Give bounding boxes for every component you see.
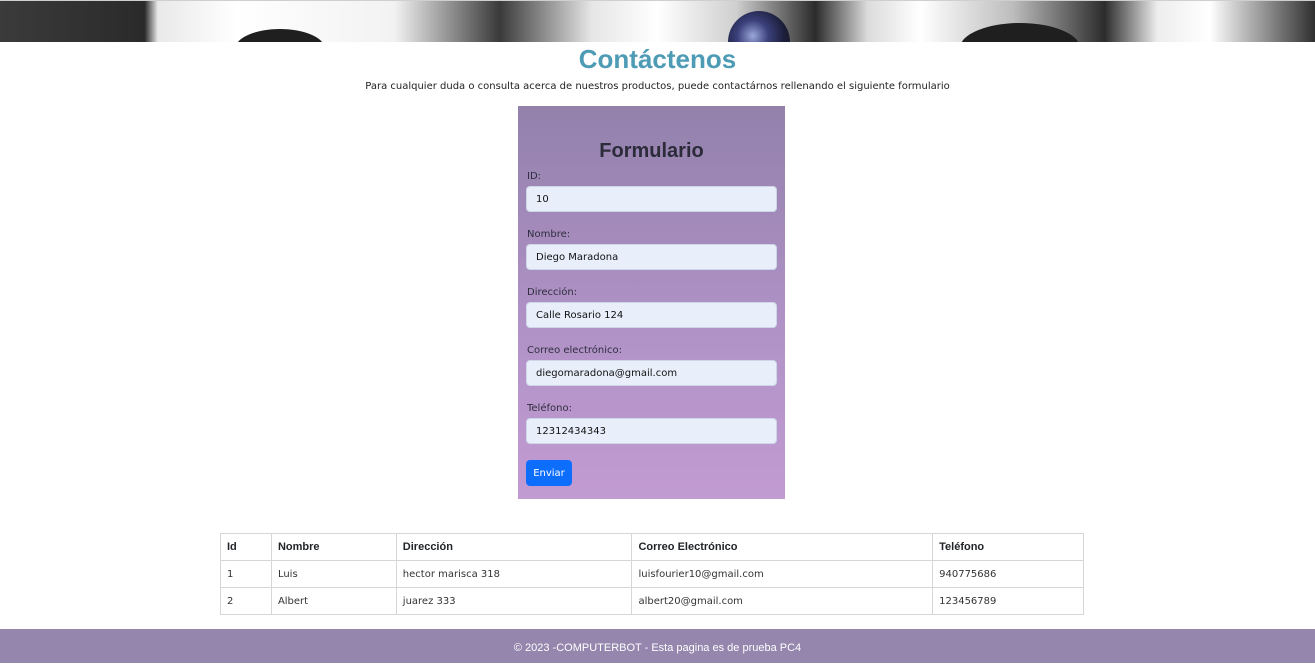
submit-button[interactable]: Enviar [526, 460, 572, 486]
banner-shape [235, 29, 325, 42]
id-label: ID: [527, 171, 542, 182]
cell-direccion: hector marisca 318 [395, 560, 633, 588]
nombre-label: Nombre: [527, 229, 571, 240]
page-subtitle: Para cualquier duda o consulta acerca de… [365, 81, 950, 92]
id-input[interactable] [526, 186, 777, 212]
telefono-input[interactable] [526, 418, 777, 444]
cell-id: 1 [220, 560, 272, 588]
contacts-table: Id Nombre Dirección Correo Electrónico T… [220, 533, 1084, 615]
nombre-input[interactable] [526, 244, 777, 270]
header-telefono: Teléfono [932, 533, 1084, 561]
direccion-label: Dirección: [527, 287, 578, 298]
banner-shape [960, 23, 1080, 42]
telefono-label: Teléfono: [527, 403, 572, 414]
header-banner-image [0, 0, 1315, 42]
table-header-row: Id Nombre Dirección Correo Electrónico T… [220, 533, 1084, 561]
email-input[interactable] [526, 360, 777, 386]
cell-nombre: Albert [270, 587, 397, 615]
page-title: Contáctenos [578, 44, 737, 74]
email-label: Correo electrónico: [527, 345, 622, 356]
cell-id: 2 [220, 587, 272, 615]
cell-direccion: juarez 333 [395, 587, 633, 615]
cell-telefono: 940775686 [932, 560, 1084, 588]
direccion-input[interactable] [526, 302, 777, 328]
cell-nombre: Luis [270, 560, 397, 588]
table-row: 1 Luis hector marisca 318 luisfourier10@… [220, 560, 1084, 588]
header-correo: Correo Electrónico [631, 533, 934, 561]
cell-correo: albert20@gmail.com [631, 587, 934, 615]
cell-correo: luisfourier10@gmail.com [631, 560, 934, 588]
header-direccion: Dirección [395, 533, 633, 561]
header-nombre: Nombre [270, 533, 397, 561]
header-id: Id [220, 533, 272, 561]
table-row: 2 Albert juarez 333 albert20@gmail.com 1… [220, 587, 1084, 615]
banner-eye-graphic [728, 11, 790, 42]
form-title: Formulario [599, 140, 704, 162]
cell-telefono: 123456789 [932, 587, 1084, 615]
page-footer: © 2023 -COMPUTERBOT - Esta pagina es de … [0, 629, 1315, 663]
contact-form: Formulario ID: Nombre: Dirección: Correo… [518, 106, 785, 499]
